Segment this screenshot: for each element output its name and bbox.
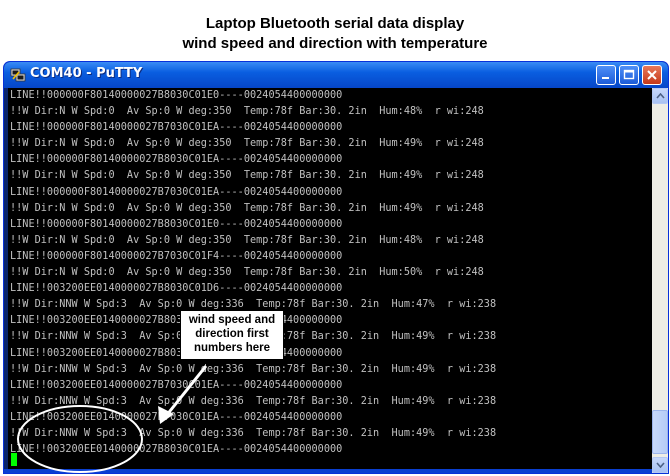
callout-box: wind speed and direction first numbers h… [180, 310, 284, 360]
terminal-line: LINE!!000000F80140000027B8030C01E0----00… [10, 218, 343, 230]
minimize-icon[interactable] [596, 65, 616, 85]
terminal-line: !!W Dir:N W Spd:0 Av Sp:0 W deg:350 Temp… [10, 202, 484, 214]
window-frame-bottom [4, 469, 652, 473]
scroll-thumb[interactable] [652, 410, 668, 454]
terminal-line: LINE!!003200EE0140000027B7030C01EA----00… [10, 411, 343, 423]
close-icon[interactable] [642, 65, 662, 85]
terminal-output: LINE!!000000F80140000027B8030C01E0----00… [10, 88, 496, 458]
terminal-line: !!W Dir:N W Spd:0 Av Sp:0 W deg:350 Temp… [10, 234, 484, 246]
terminal-line: LINE!!000000F80140000027B8030C01E0----00… [10, 90, 343, 101]
callout-line-3: numbers here [193, 342, 271, 354]
terminal-line: !!W Dir:N W Spd:0 Av Sp:0 W deg:350 Temp… [10, 170, 484, 182]
caption-line-2: wind speed and direction with temperatur… [182, 35, 488, 52]
terminal-line: LINE!!000000F80140000027B7030C01F4----00… [10, 250, 343, 262]
callout-line-2: direction first [195, 328, 269, 340]
caption-line-1: Laptop Bluetooth serial data display [205, 15, 465, 32]
terminal-line: LINE!!003200EE0140000027B8030C01D6----00… [10, 283, 343, 295]
terminal-cursor [11, 453, 17, 466]
scroll-down-icon[interactable] [652, 457, 668, 473]
figure-caption: Laptop Bluetooth serial data display win… [0, 14, 670, 54]
terminal-line: LINE!!000000F80140000027B7030C01EA----00… [10, 122, 343, 134]
terminal-line: LINE!!003200EE0140000027B8030C01EA----00… [10, 444, 343, 456]
terminal-area[interactable]: LINE!!000000F80140000027B8030C01E0----00… [8, 88, 652, 469]
window-title: COM40 - PuTTY [30, 66, 143, 81]
terminal-line: LINE!!003200EE0140000027B7030C01EA----00… [10, 379, 343, 391]
terminal-line: !!W Dir:N W Spd:0 Av Sp:0 W deg:350 Temp… [10, 138, 484, 150]
scroll-up-icon[interactable] [652, 88, 668, 104]
putty-icon[interactable] [10, 67, 26, 83]
terminal-line: !!W Dir:NNW W Spd:3 Av Sp:0 W deg:336 Te… [10, 363, 497, 375]
terminal-line: !!W Dir:NNW W Spd:3 Av Sp:0 W deg:336 Te… [10, 395, 497, 407]
title-bar[interactable]: COM40 - PuTTY [4, 62, 668, 88]
terminal-line: !!W Dir:N W Spd:0 Av Sp:0 W deg:350 Temp… [10, 106, 484, 118]
putty-window: COM40 - PuTTY LINE!!000000F80140000027B8… [4, 62, 668, 473]
vertical-scrollbar[interactable] [652, 88, 668, 473]
callout-line-1: wind speed and [188, 314, 276, 326]
terminal-line: !!W Dir:NNW W Spd:3 Av Sp:0 W deg:336 Te… [10, 427, 497, 439]
maximize-icon[interactable] [619, 65, 639, 85]
terminal-line: !!W Dir:N W Spd:0 Av Sp:0 W deg:350 Temp… [10, 267, 484, 279]
terminal-line: LINE!!000000F80140000027B7030C01EA----00… [10, 186, 343, 198]
terminal-line: LINE!!000000F80140000027B8030C01EA----00… [10, 154, 343, 166]
